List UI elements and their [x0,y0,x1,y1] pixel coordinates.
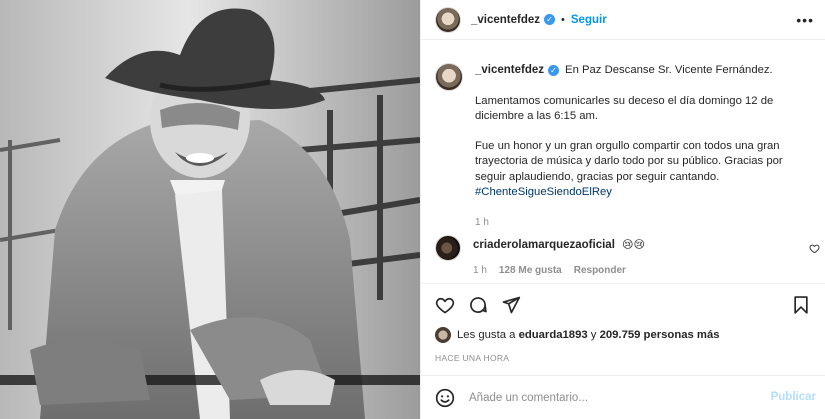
caption-line1: En Paz Descanse Sr. Vicente Fernández. [565,64,773,76]
post-header: _vicentefdez ✓ • Seguir ••• [421,0,825,40]
post-sidebar: _vicentefdez ✓ • Seguir ••• _vicentefdez… [420,0,825,419]
follow-button[interactable]: Seguir [571,14,607,26]
more-options-icon[interactable]: ••• [796,12,814,28]
caption-time[interactable]: 1 h [475,215,795,231]
smiley-face-icon[interactable] [435,388,455,408]
post-timestamp[interactable]: HACE UNA HORA [435,353,509,363]
likes-count[interactable]: 209.759 personas más [600,329,720,341]
caption-username[interactable]: _vicentefdez [475,63,544,79]
post-caption: _vicentefdez ✓ En Paz Descanse Sr. Vicen… [435,63,815,230]
instagram-post: _vicentefdez ✓ • Seguir ••• _vicentefdez… [0,0,825,419]
comment-time[interactable]: 1 h [473,265,487,276]
likes-middle: y [587,329,600,341]
comments-scroll-area[interactable]: _vicentefdez ✓ En Paz Descanse Sr. Vicen… [421,41,825,283]
author-username[interactable]: _vicentefdez [471,14,540,26]
save-bookmark-icon[interactable] [791,295,811,315]
post-photo[interactable] [0,0,420,419]
comment-bubble-icon[interactable] [468,295,488,315]
publish-button[interactable]: Publicar [771,391,816,403]
photo-illustration [0,0,420,419]
commenter-username[interactable]: criaderolamarquezaoficial [473,239,615,251]
liker-avatar[interactable] [435,327,451,343]
caption-paragraph-2: Fue un honor y un gran orgullo compartir… [475,139,783,183]
likes-prefix: Les gusta a [457,329,519,341]
author-avatar[interactable] [435,6,461,33]
comment-likes[interactable]: 128 Me gusta [499,265,562,276]
caption-avatar[interactable] [435,63,463,91]
commenter-avatar[interactable] [435,235,461,261]
caption-paragraph-1: Lamentamos comunicarles su deceso el día… [475,94,774,123]
likes-summary[interactable]: Les gusta a eduarda1893 y 209.759 person… [435,327,720,343]
liker-username[interactable]: eduarda1893 [519,329,588,341]
comment-item: criaderolamarquezaoficial 😢😢 1 h 128 Me … [435,235,815,276]
comment-heart-icon[interactable] [809,243,820,257]
like-heart-icon[interactable] [435,295,455,315]
caption-hashtag-link[interactable]: #ChenteSigueSiendoElRey [475,185,795,201]
action-bar [421,283,825,323]
share-paper-plane-icon[interactable] [501,295,521,315]
comment-input[interactable] [469,391,749,404]
separator-dot: • [561,13,565,26]
add-comment-form: Publicar [421,375,825,419]
reply-button[interactable]: Responder [574,265,626,276]
verified-badge-icon: ✓ [548,65,560,77]
verified-badge-icon: ✓ [544,14,556,25]
comment-text: 😢😢 [622,239,645,251]
